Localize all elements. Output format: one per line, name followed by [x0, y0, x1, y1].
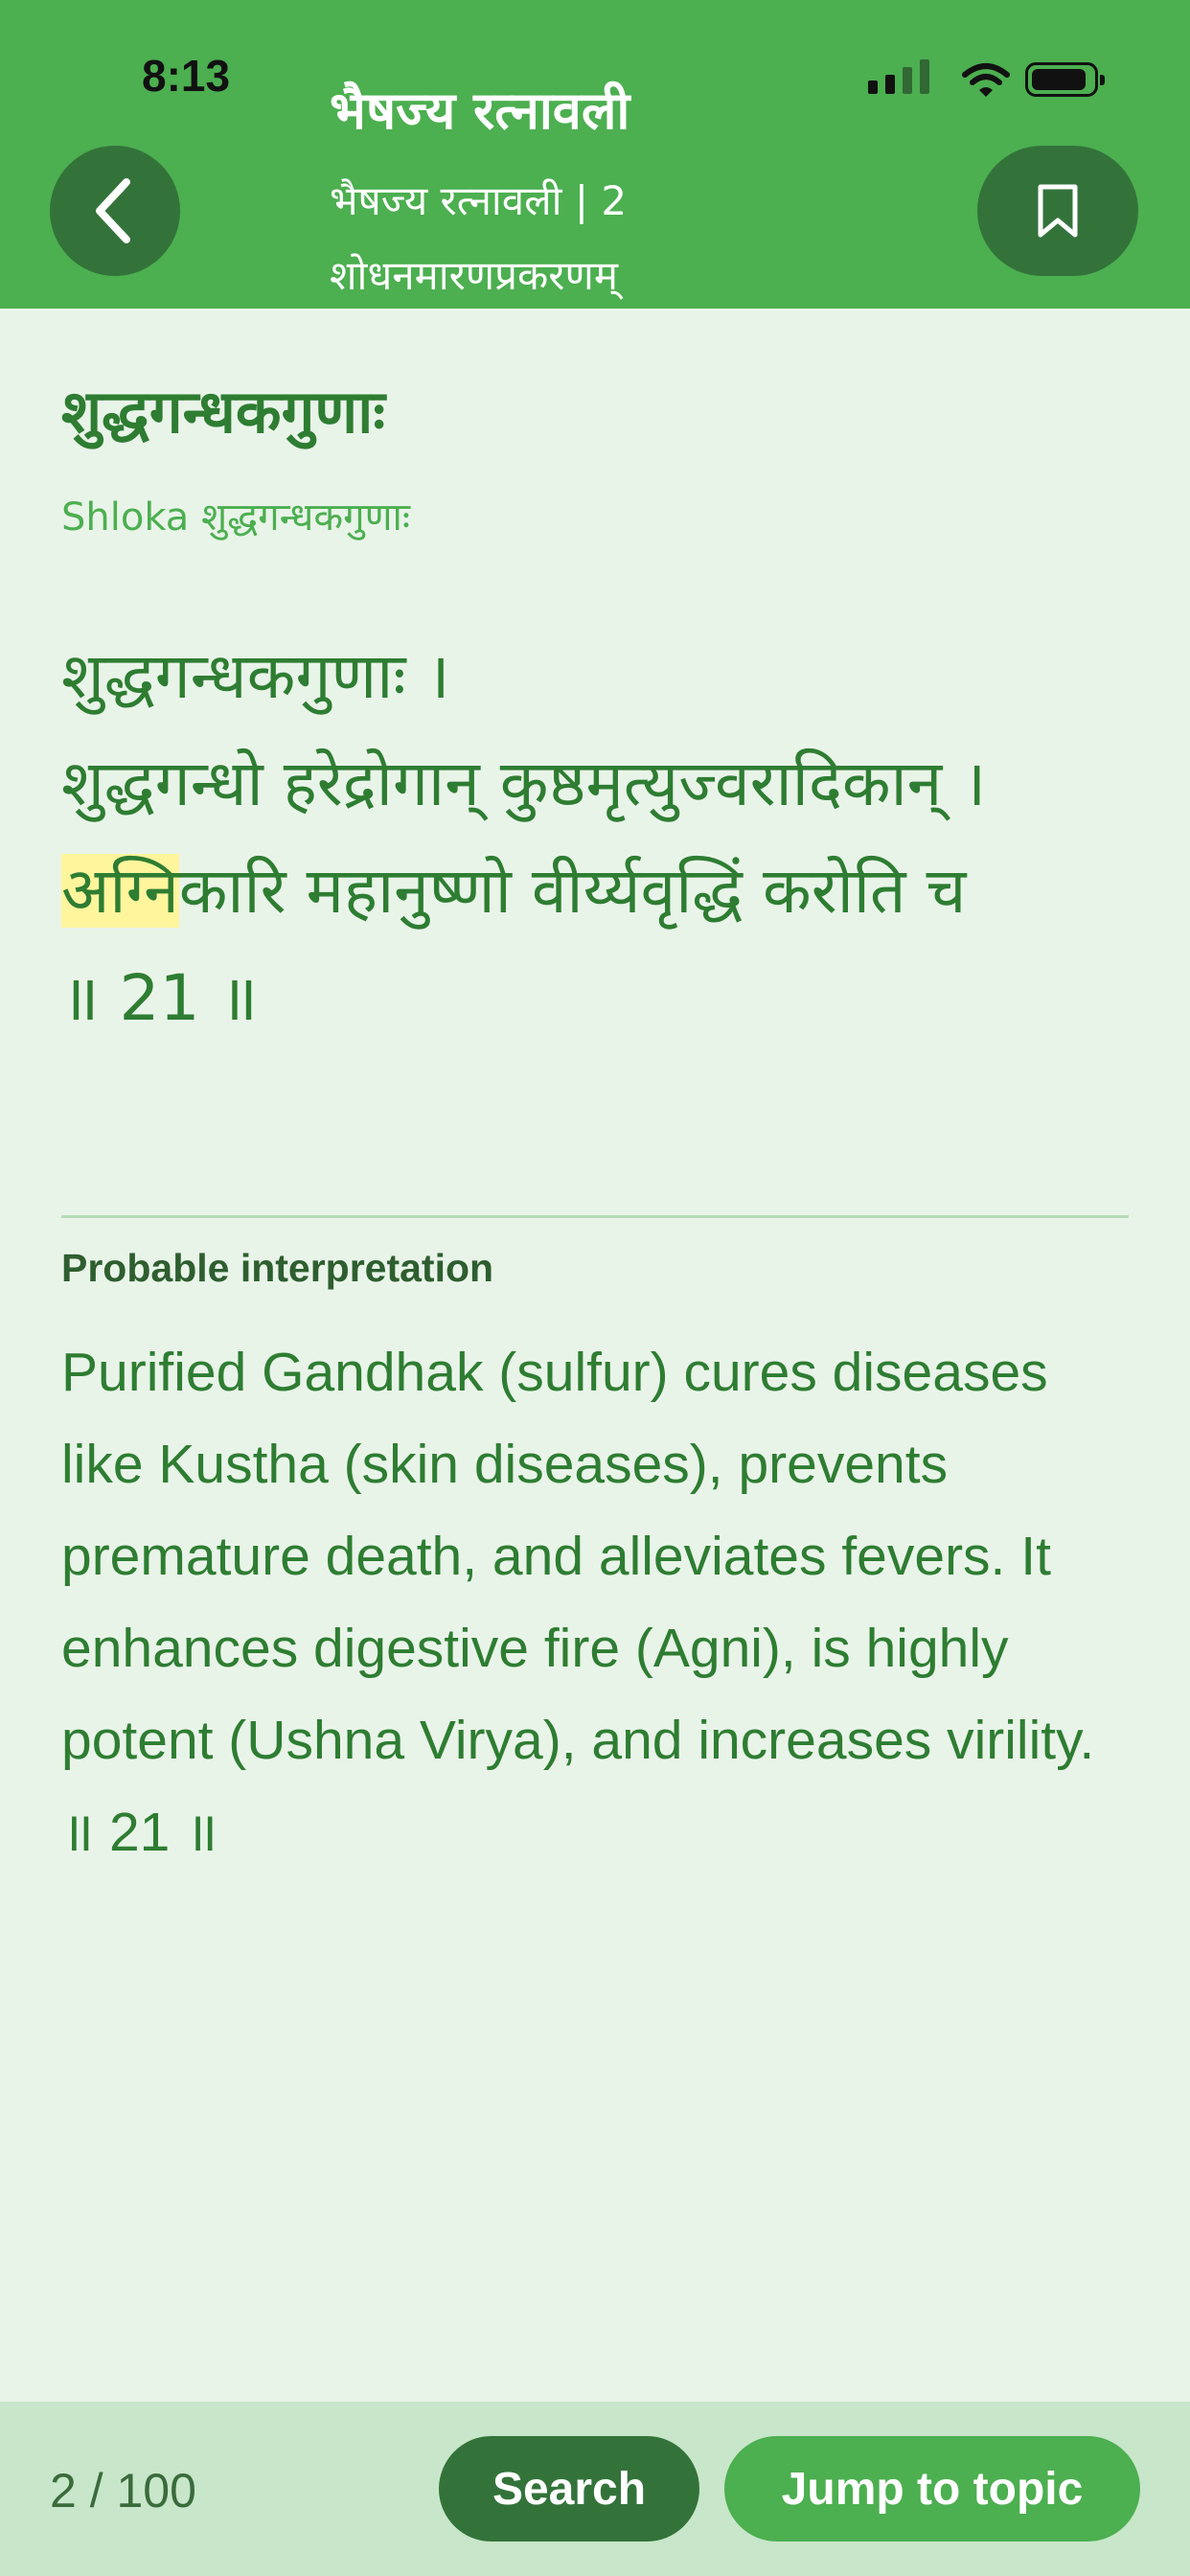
bookmark-icon	[1038, 184, 1078, 238]
status-time: 8:13	[142, 51, 231, 101]
section-divider	[61, 1215, 1129, 1218]
status-icons	[868, 59, 1108, 98]
wifi-icon	[962, 63, 1010, 97]
jump-to-topic-button[interactable]: Jump to topic	[724, 2436, 1140, 2542]
verse-line-4: ॥ 21 ॥	[61, 961, 259, 1035]
header-subtitle-chapter: शोधनमारणप्रकरणम्	[330, 252, 618, 299]
verse-line-3: अग्निकारि महानुष्णो वीर्य्यवृद्धिं करोति…	[61, 838, 1154, 945]
header-subtitle-book: भैषज्य रत्नावली | 2	[330, 177, 628, 224]
verse-line-3-rest: कारि महानुष्णो वीर्य्यवृद्धिं करोति च	[178, 854, 967, 928]
bottom-bar: 2 / 100 Search Jump to topic	[0, 2402, 1190, 2576]
search-button[interactable]: Search	[439, 2436, 699, 2542]
interpretation-text: Purified Gandhak (sulfur) cures diseases…	[61, 1342, 1095, 1863]
app-header: 8:13 भैषज्य रत्नावली भैषज्य रत्नावली | 2…	[0, 0, 1190, 309]
back-button[interactable]	[50, 146, 180, 276]
bookmark-button[interactable]	[977, 146, 1138, 276]
shloka-title: शुद्धगन्धकगुणाः	[61, 377, 385, 447]
verse-line-1: शुद्धगन्धकगुणाः ।	[61, 639, 450, 713]
cellular-signal-icon	[868, 59, 931, 98]
header-title: भैषज्य रत्नावली	[330, 80, 630, 141]
chevron-left-icon	[96, 178, 130, 243]
verse-line-2: शुद्धगन्धो हरेद्रोगान् कुष्ठमृत्युज्वराद…	[61, 747, 987, 820]
highlighted-word[interactable]: अग्नि	[61, 854, 179, 928]
interpretation-label: Probable interpretation	[61, 1246, 494, 1290]
shloka-verse: शुद्धगन्धकगुणाः । शुद्धगन्धो हरेद्रोगान्…	[61, 623, 1154, 1052]
shloka-subtitle: Shloka शुद्धगन्धकगुणाः	[61, 495, 410, 540]
battery-icon	[1025, 62, 1105, 97]
page-counter: 2 / 100	[50, 2464, 196, 2518]
